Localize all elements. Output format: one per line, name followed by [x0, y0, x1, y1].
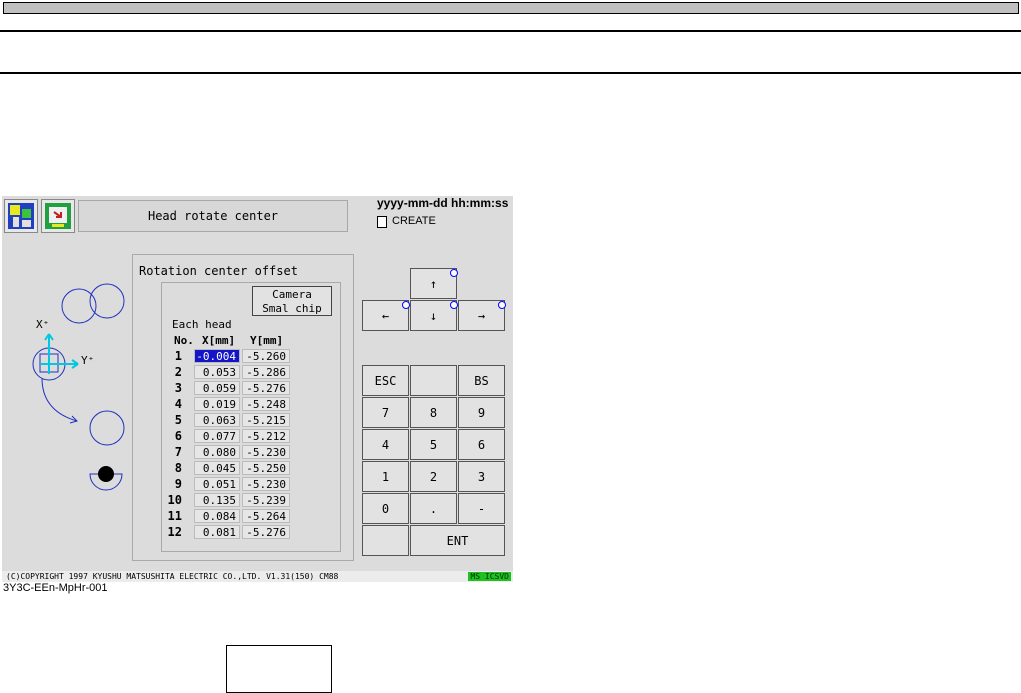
row-number: 5: [174, 413, 182, 427]
offset-table-frame: Camera Smal chip Each head No. X[mm] Y[m…: [161, 282, 341, 552]
key-0[interactable]: 0: [362, 493, 409, 524]
key-9[interactable]: 9: [458, 397, 505, 428]
top-header-bar: [3, 2, 1019, 14]
rotation-offset-panel: Rotation center offset Camera Smal chip …: [132, 254, 354, 561]
key-1[interactable]: 1: [362, 461, 409, 492]
key-7[interactable]: 7: [362, 397, 409, 428]
x-offset-cell[interactable]: 0.077: [194, 429, 240, 443]
blank-key-bottom[interactable]: [362, 525, 409, 556]
key-3[interactable]: 3: [458, 461, 505, 492]
nozzle-dot: [98, 466, 114, 482]
key-4[interactable]: 4: [362, 429, 409, 460]
row-number: 9: [174, 477, 182, 491]
col-header-x: X[mm]: [202, 334, 236, 347]
repeat-badge-icon: [498, 301, 506, 309]
row-number: 3: [174, 381, 182, 395]
x-offset-cell[interactable]: 0.051: [194, 477, 240, 491]
head-circle-bottom: [89, 410, 125, 446]
x-offset-cell[interactable]: 0.053: [194, 365, 240, 379]
x-offset-cell[interactable]: 0.084: [194, 509, 240, 523]
repeat-badge-icon: [450, 301, 458, 309]
key-5[interactable]: 5: [410, 429, 457, 460]
machine-screen: Head rotate center yyyy-mm-dd hh:mm:ss C…: [2, 196, 513, 582]
y-offset-cell[interactable]: -5.276: [242, 525, 290, 539]
x-offset-cell[interactable]: -0.004: [194, 349, 240, 363]
y-offset-cell[interactable]: -5.286: [242, 365, 290, 379]
screen-icon[interactable]: [41, 199, 75, 233]
mode-label: CREATE: [392, 215, 436, 227]
header-rule-top: [0, 30, 1021, 32]
y-offset-cell[interactable]: -5.239: [242, 493, 290, 507]
blank-frame: [226, 645, 332, 693]
x-axis-label: X⁺: [36, 318, 50, 331]
x-offset-cell[interactable]: 0.135: [194, 493, 240, 507]
x-offset-cell[interactable]: 0.081: [194, 525, 240, 539]
y-offset-cell[interactable]: -5.230: [242, 445, 290, 459]
key-dot[interactable]: .: [410, 493, 457, 524]
y-offset-cell[interactable]: -5.264: [242, 509, 290, 523]
panel-title: Rotation center offset: [139, 264, 298, 278]
y-axis-label: Y⁺: [81, 354, 95, 367]
row-number: 2: [174, 365, 182, 379]
status-bar: (C)COPYRIGHT 1997 KYUSHU MATSUSHITA ELEC…: [2, 571, 513, 582]
row-number: 6: [174, 429, 182, 443]
key-minus[interactable]: -: [458, 493, 505, 524]
figure-code: 3Y3C-EEn-MpHr-001: [3, 582, 108, 594]
window-title: Head rotate center: [78, 200, 348, 232]
y-offset-cell[interactable]: -5.250: [242, 461, 290, 475]
title-bar: Head rotate center yyyy-mm-dd hh:mm:ss C…: [2, 196, 513, 234]
home-icon[interactable]: [4, 199, 38, 233]
enter-key[interactable]: ENT: [410, 525, 505, 556]
esc-key[interactable]: ESC: [362, 365, 409, 396]
datetime-display: yyyy-mm-dd hh:mm:ss: [377, 196, 509, 210]
y-offset-cell[interactable]: -5.230: [242, 477, 290, 491]
y-offset-cell[interactable]: -5.276: [242, 381, 290, 395]
key-6[interactable]: 6: [458, 429, 505, 460]
copyright-text: (C)COPYRIGHT 1997 KYUSHU MATSUSHITA ELEC…: [6, 572, 339, 581]
key-2[interactable]: 2: [410, 461, 457, 492]
head-rotation-diagram: [32, 283, 125, 491]
camera-small-chip-button[interactable]: Camera Smal chip: [252, 286, 332, 316]
x-offset-cell[interactable]: 0.063: [194, 413, 240, 427]
blank-key[interactable]: [410, 365, 457, 396]
row-number: 7: [174, 445, 182, 459]
document-icon: [377, 216, 387, 228]
y-offset-cell[interactable]: -5.215: [242, 413, 290, 427]
row-number: 8: [174, 461, 182, 475]
status-indicator: MS ICSVD: [468, 572, 511, 581]
row-number: 10: [167, 493, 182, 507]
backspace-key[interactable]: BS: [458, 365, 505, 396]
y-offset-cell[interactable]: -5.248: [242, 397, 290, 411]
row-number: 4: [174, 397, 182, 411]
header-rule-bottom: [0, 72, 1021, 74]
x-offset-cell[interactable]: 0.045: [194, 461, 240, 475]
each-head-label: Each head: [172, 318, 232, 331]
x-offset-cell[interactable]: 0.080: [194, 445, 240, 459]
repeat-badge-icon: [402, 301, 410, 309]
x-offset-cell[interactable]: 0.019: [194, 397, 240, 411]
row-number: 1: [174, 349, 182, 363]
y-offset-cell[interactable]: -5.212: [242, 429, 290, 443]
row-number: 11: [167, 509, 182, 523]
rotation-arc: [41, 377, 78, 422]
key-8[interactable]: 8: [410, 397, 457, 428]
row-number: 12: [167, 525, 182, 539]
y-offset-cell[interactable]: -5.260: [242, 349, 290, 363]
col-header-y: Y[mm]: [250, 334, 284, 347]
col-header-no: No.: [174, 334, 194, 347]
repeat-badge-icon: [450, 269, 458, 277]
x-offset-cell[interactable]: 0.059: [194, 381, 240, 395]
